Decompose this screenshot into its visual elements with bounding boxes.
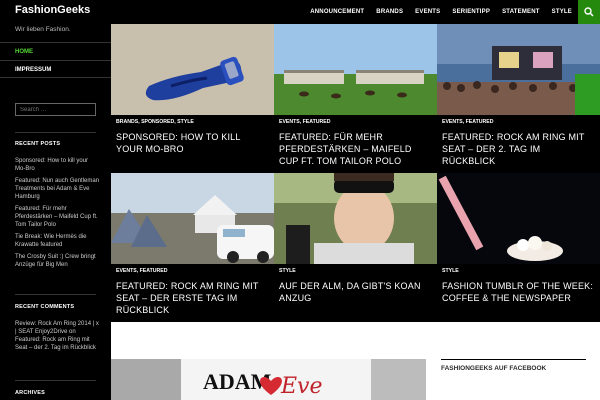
post-title[interactable]: SPONSORED: HOW TO KILL YOUR MO-BRO (116, 131, 268, 155)
site-tagline: Wir lieben Fashion. (15, 26, 71, 33)
post-tile[interactable]: STYLE FASHION TUMBLR OF THE WEEK: COFFEE… (437, 173, 600, 322)
menu-item-impressum[interactable]: IMPRESSUM (0, 60, 111, 78)
festival-tents-image (111, 173, 274, 264)
search-toggle-button[interactable] (578, 0, 600, 24)
sidebar-menu: HOME IMPRESSUM (0, 42, 111, 78)
selfie-image (274, 173, 437, 264)
post-categories[interactable]: STYLE (442, 268, 459, 274)
post-thumbnail[interactable] (437, 173, 600, 264)
recent-post-link[interactable]: Featured: Nun auch Gentleman Treatments … (15, 178, 99, 200)
content-area: ADAM Eve FASHIONGEEKS AUF FACEBOOK (111, 322, 600, 400)
post-tile[interactable]: EVENTS, FEATURED FEATURED: FÜR MEHR PFER… (274, 24, 437, 173)
comment-on-text: on (69, 329, 76, 335)
nav-serientipp[interactable]: SERIENTIPP (446, 0, 496, 24)
post-thumbnail[interactable] (274, 24, 437, 115)
post-categories[interactable]: EVENTS, FEATURED (442, 119, 494, 125)
post-thumbnail[interactable] (437, 24, 600, 115)
recent-comment: Review: Rock Am Ring 2014 | x | SEAT Enj… (15, 320, 100, 352)
post-categories[interactable]: STYLE (279, 268, 296, 274)
post-title[interactable]: FEATURED: ROCK AM RING MIT SEAT – DER ER… (116, 280, 268, 316)
post-title[interactable]: FEATURED: ROCK AM RING MIT SEAT – DER 2.… (442, 131, 594, 167)
sidebar: Wir lieben Fashion. HOME IMPRESSUM RECEN… (0, 24, 111, 400)
recent-post-link[interactable]: Tie Break: Wie Hermès die Krawatte featu… (15, 234, 86, 248)
comment-post-link[interactable]: Featured: Rock am Ring mit Seat – der 2.… (15, 337, 96, 351)
main-nav: ANNOUNCEMENT BRANDS EVENTS SERIENTIPP ST… (304, 0, 578, 24)
post-thumbnail[interactable] (111, 173, 274, 264)
site-title[interactable]: FashionGeeks (15, 4, 90, 16)
comment-author-link[interactable]: Review: Rock Am Ring 2014 | x | SEAT Enj… (15, 321, 99, 335)
post-tile[interactable]: EVENTS, FEATURED FEATURED: ROCK AM RING … (111, 173, 274, 322)
post-thumbnail[interactable] (111, 24, 274, 115)
widget-divider (15, 380, 96, 381)
post-categories[interactable]: BRANDS, SPONSORED, STYLE (116, 119, 194, 125)
post-categories[interactable]: EVENTS, FEATURED (279, 119, 331, 125)
recent-posts-title: RECENT POSTS (15, 141, 61, 147)
widget-divider (15, 132, 96, 133)
coffee-image (437, 173, 600, 264)
recent-post-link[interactable]: Featured: Für mehr Pferdestärken – Maife… (15, 206, 98, 228)
facebook-widget-title: FASHIONGEEKS AUF FACEBOOK (441, 365, 547, 372)
post-tile[interactable]: EVENTS, FEATURED FEATURED: ROCK AM RING … (437, 24, 600, 173)
razor-image (111, 24, 274, 115)
archives-title: ARCHIVES (15, 390, 46, 396)
widget-divider (15, 294, 96, 295)
recent-post-link[interactable]: Sponsored: How to kill your Mo-Bro (15, 158, 88, 172)
search-input[interactable] (15, 103, 96, 116)
post-title[interactable]: FASHION TUMBLR OF THE WEEK: COFFEE & THE… (442, 280, 594, 304)
nav-announcement[interactable]: ANNOUNCEMENT (304, 0, 370, 24)
recent-comments-list: Review: Rock Am Ring 2014 | x | SEAT Enj… (15, 320, 100, 356)
post-categories[interactable]: EVENTS, FEATURED (116, 268, 168, 274)
post-tile[interactable]: STYLE AUF DER ALM, DA GIBT'S KOAN ANZUG (274, 173, 437, 322)
recent-posts-list: Sponsored: How to kill your Mo-Bro Featu… (15, 157, 100, 273)
widget-divider (441, 359, 586, 360)
store-sign-image: ADAM Eve (111, 359, 426, 400)
sign-script-text: Eve (280, 374, 323, 399)
post-title[interactable]: AUF DER ALM, DA GIBT'S KOAN ANZUG (279, 280, 431, 304)
nav-events[interactable]: EVENTS (409, 0, 446, 24)
post-title[interactable]: FEATURED: FÜR MEHR PFERDESTÄRKEN – MAIFE… (279, 131, 431, 167)
nav-brands[interactable]: BRANDS (370, 0, 409, 24)
post-tile[interactable]: BRANDS, SPONSORED, STYLE SPONSORED: HOW … (111, 24, 274, 173)
nav-statement[interactable]: STATEMENT (496, 0, 546, 24)
search-icon (584, 7, 594, 17)
stadium-image (274, 24, 437, 115)
recent-comments-title: RECENT COMMENTS (15, 304, 75, 310)
nav-style[interactable]: STYLE (546, 0, 578, 24)
featured-grid: BRANDS, SPONSORED, STYLE SPONSORED: HOW … (111, 24, 600, 322)
top-bar: FashionGeeks ANNOUNCEMENT BRANDS EVENTS … (0, 0, 600, 24)
menu-item-home[interactable]: HOME (0, 42, 111, 60)
concert-image (437, 24, 600, 115)
recent-post-link[interactable]: The Crosby Suit :) Crew bringt Anzüge fü… (15, 254, 96, 268)
featured-post-image[interactable]: ADAM Eve (111, 359, 426, 400)
post-thumbnail[interactable] (274, 173, 437, 264)
